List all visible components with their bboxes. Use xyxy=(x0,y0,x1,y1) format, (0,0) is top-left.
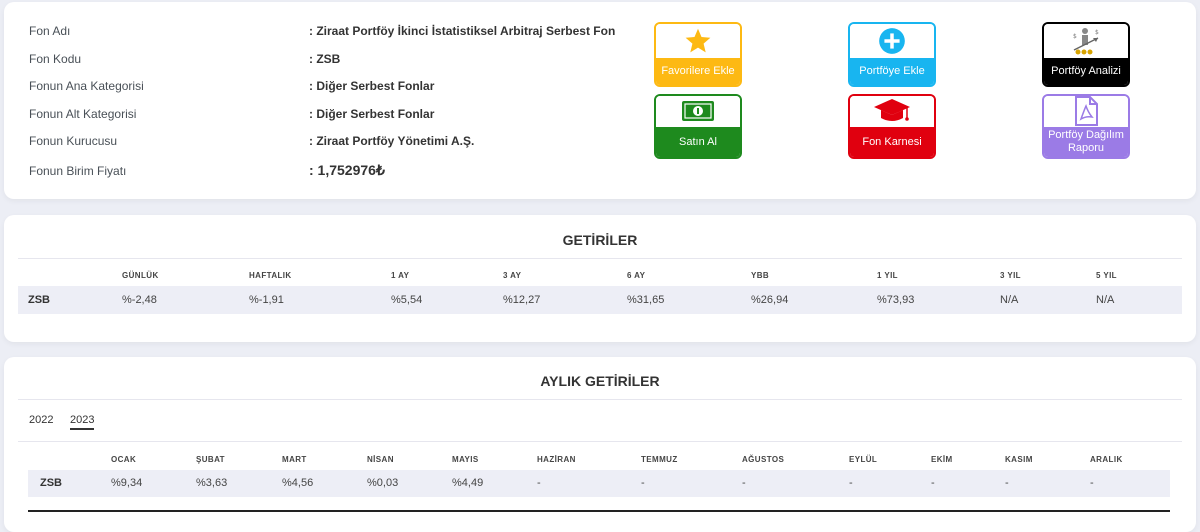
month-value: %4,56 xyxy=(282,477,314,489)
month-value: - xyxy=(742,477,746,489)
month-value: - xyxy=(537,477,541,489)
month-value: %9,34 xyxy=(111,477,143,489)
monthly-divider xyxy=(18,399,1182,400)
returns-header: YBB xyxy=(751,271,770,280)
return-value: %12,27 xyxy=(503,294,541,306)
fund-card-button[interactable]: Fon Karnesi xyxy=(848,94,936,159)
month-header: HAZİRAN xyxy=(537,455,576,464)
month-header: AĞUSTOS xyxy=(742,455,785,464)
row-code: ZSB xyxy=(40,477,62,489)
buy-label: Satın Al xyxy=(656,127,740,157)
monthly-title: AYLIK GETİRİLER xyxy=(540,373,660,389)
returns-header: 3 YIL xyxy=(1000,271,1021,280)
tabs-divider xyxy=(18,441,1182,442)
label-founder: Fonun Kurucusu xyxy=(29,134,118,148)
month-header: NİSAN xyxy=(367,455,394,464)
value-fund-name: : Ziraat Portföy İkinci İstatistiksel Ar… xyxy=(309,24,616,38)
month-value: - xyxy=(849,477,853,489)
add-to-portfolio-label: Portföye Ekle xyxy=(850,58,934,85)
month-header: MART xyxy=(282,455,307,464)
returns-title: GETİRİLER xyxy=(562,232,638,248)
graduation-cap-icon xyxy=(872,97,912,130)
label-sub-category: Fonun Alt Kategorisi xyxy=(29,107,137,121)
add-to-favorites-button[interactable]: Favorilere Ekle xyxy=(654,22,742,87)
month-header: TEMMUZ xyxy=(641,455,678,464)
label-fund-code: Fon Kodu xyxy=(29,52,82,66)
portfolio-analysis-label: Portföy Analizi xyxy=(1044,58,1128,85)
return-value: %-2,48 xyxy=(122,294,157,306)
return-value: N/A xyxy=(1000,294,1019,306)
month-header: MAYIS xyxy=(452,455,479,464)
value-unit-price: : 1,752976₺ xyxy=(309,162,385,178)
portfolio-analysis-button[interactable]: $ $ Portföy Analizi xyxy=(1042,22,1130,87)
distribution-report-button[interactable]: Portföy Dağılım Raporu xyxy=(1042,94,1130,159)
svg-text:$: $ xyxy=(1095,29,1099,36)
year-tab-2023[interactable]: 2023 xyxy=(70,414,95,430)
fund-info-card: Fon Adı : Ziraat Portföy İkinci İstatist… xyxy=(4,2,1196,199)
returns-card: GETİRİLER GÜNLÜK HAFTALIK 1 AY 3 AY 6 AY… xyxy=(4,215,1196,342)
returns-divider xyxy=(18,258,1182,259)
star-icon xyxy=(683,27,713,60)
month-value: - xyxy=(931,477,935,489)
month-value: - xyxy=(1005,477,1009,489)
month-header: OCAK xyxy=(111,455,137,464)
month-header: ŞUBAT xyxy=(196,455,225,464)
add-to-portfolio-button[interactable]: Portföye Ekle xyxy=(848,22,936,87)
label-main-category: Fonun Ana Kategorisi xyxy=(29,79,144,93)
row-code: ZSB xyxy=(28,294,50,306)
value-fund-code: : ZSB xyxy=(309,52,341,66)
returns-header: 3 AY xyxy=(503,271,522,280)
returns-header: 6 AY xyxy=(627,271,646,280)
return-value: %73,93 xyxy=(877,294,915,306)
month-value: %4,49 xyxy=(452,477,484,489)
month-header: ARALIK xyxy=(1090,455,1123,464)
return-value: %-1,91 xyxy=(249,294,284,306)
year-tab-2022[interactable]: 2022 xyxy=(29,414,53,426)
return-value: %5,54 xyxy=(391,294,423,306)
label-fund-name: Fon Adı xyxy=(29,24,71,38)
value-founder: : Ziraat Portföy Yönetimi A.Ş. xyxy=(309,134,475,148)
month-header: EKİM xyxy=(931,455,953,464)
returns-header: 1 YIL xyxy=(877,271,898,280)
analysis-icon: $ $ xyxy=(1068,26,1104,61)
month-value: - xyxy=(1090,477,1094,489)
returns-header: 1 AY xyxy=(391,271,410,280)
pdf-icon xyxy=(1073,96,1099,131)
return-value: %31,65 xyxy=(627,294,665,306)
add-to-favorites-label: Favorilere Ekle xyxy=(656,58,740,85)
label-unit-price: Fonun Birim Fiyatı xyxy=(29,164,127,178)
monthly-returns-card: AYLIK GETİRİLER 2022 2023 OCAK ŞUBAT MAR… xyxy=(4,357,1196,532)
returns-header: HAFTALIK xyxy=(249,271,292,280)
month-header: EYLÜL xyxy=(849,455,878,464)
distribution-report-label: Portföy Dağılım Raporu xyxy=(1044,127,1128,157)
value-main-category: : Diğer Serbest Fonlar xyxy=(309,79,435,93)
svg-text:$: $ xyxy=(1073,33,1077,40)
plus-circle-icon xyxy=(878,27,906,60)
table-row: ZSB %9,34 %3,63 %4,56 %0,03 %4,49 - - - … xyxy=(28,470,1170,497)
returns-header: GÜNLÜK xyxy=(122,271,159,280)
money-icon xyxy=(681,100,715,127)
fund-card-label: Fon Karnesi xyxy=(850,127,934,157)
table-row: ZSB %-2,48 %-1,91 %5,54 %12,27 %31,65 %2… xyxy=(18,286,1182,314)
month-value: - xyxy=(641,477,645,489)
returns-header: 5 YIL xyxy=(1096,271,1117,280)
month-value: %0,03 xyxy=(367,477,399,489)
value-sub-category: : Diğer Serbest Fonlar xyxy=(309,107,435,121)
month-value: %3,63 xyxy=(196,477,228,489)
return-value: N/A xyxy=(1096,294,1115,306)
table-bottom-border xyxy=(28,510,1170,512)
return-value: %26,94 xyxy=(751,294,789,306)
buy-button[interactable]: Satın Al xyxy=(654,94,742,159)
month-header: KASIM xyxy=(1005,455,1033,464)
